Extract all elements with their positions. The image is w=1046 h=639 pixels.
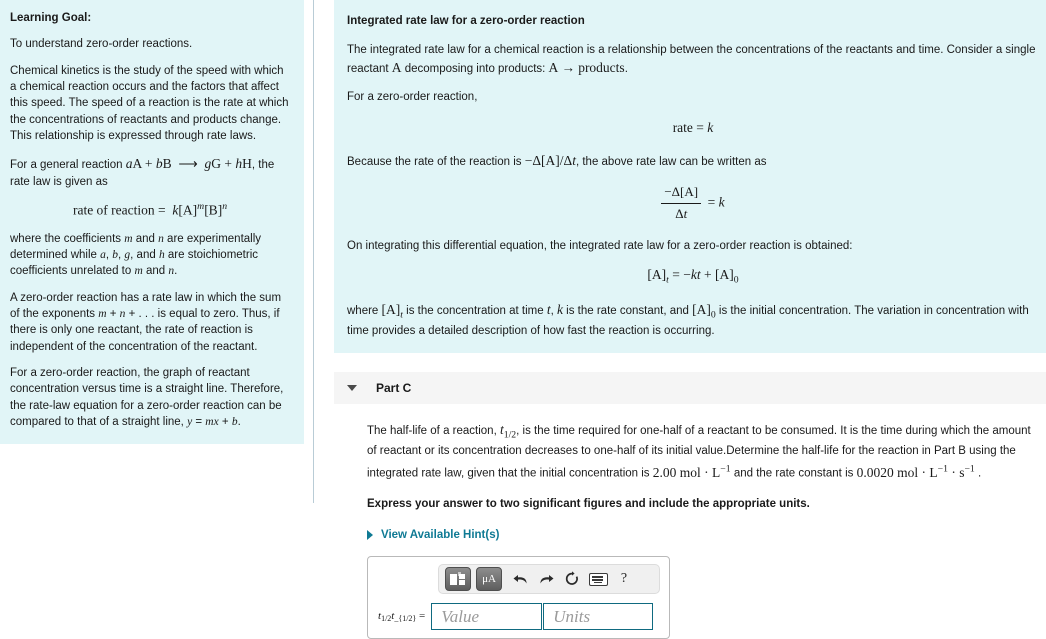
chevron-down-icon[interactable] [347, 385, 357, 392]
value-input[interactable] [431, 603, 543, 631]
because-paragraph: Because the rate of the reaction is −Δ[A… [347, 153, 767, 169]
redo-icon[interactable] [533, 568, 559, 590]
learning-goal-text: To understand zero-order reactions. [10, 38, 193, 51]
integrated-equation: [A]t = −kt + [A]0 [647, 267, 739, 286]
general-reaction-formula: aA + bB ⟶ gG + hH [125, 156, 252, 172]
learning-goal-panel: Learning Goal: To understand zero-order … [0, 0, 304, 445]
part-c-header[interactable]: Part C [334, 372, 1046, 405]
coefficients-paragraph: where the coefficients m and n are exper… [10, 232, 262, 278]
units-input[interactable] [543, 603, 654, 631]
integrated-rate-law-panel: Integrated rate law for a zero-order rea… [334, 0, 1046, 354]
reset-icon[interactable] [559, 568, 585, 590]
for-zero-order-paragraph: For a zero-order reaction, [347, 91, 478, 104]
part-c-label: Part C [376, 381, 412, 396]
info-panel-title: Integrated rate law for a zero-order rea… [347, 15, 585, 27]
right-column: Integrated rate law for a zero-order rea… [334, 0, 1046, 639]
rate-equals-k-equation: rate = k [672, 119, 714, 135]
keyboard-icon[interactable] [585, 568, 611, 590]
where-paragraph: where [A]t is the concentration at time … [347, 302, 1029, 337]
general-reaction-pre: For a general reaction [10, 159, 123, 172]
integrating-paragraph: On integrating this differential equatio… [347, 239, 853, 252]
answer-variable-label: t1/2t_{1/2} = [378, 610, 426, 624]
view-hints-label: View Available Hint(s) [381, 529, 500, 542]
zero-order-paragraph: A zero-order reaction has a rate law in … [10, 291, 282, 353]
part-c-question: The half-life of a reaction, t1/2, is th… [367, 422, 1031, 480]
graph-paragraph: For a zero-order reaction, the graph of … [10, 366, 284, 428]
equation-toolbar: μA ? [438, 564, 660, 595]
view-hints-link[interactable]: View Available Hint(s) [367, 529, 1036, 541]
answer-entry-box: μA ? t1/2t_{1/2} = Value Units [367, 556, 670, 639]
differential-equation: −Δ[A] Δt = k [347, 183, 1039, 224]
part-c-body: The half-life of a reaction, t1/2, is th… [334, 404, 1046, 639]
template-icon[interactable] [445, 567, 471, 592]
intro-paragraph: The integrated rate law for a chemical r… [347, 43, 1036, 76]
greek-symbols-icon[interactable]: μA [476, 567, 502, 592]
general-reaction-paragraph: For a general reaction aA + bB ⟶ gG + hH… [10, 154, 290, 190]
left-column: Learning Goal: To understand zero-order … [0, 0, 314, 503]
problem-page: Review Constants | Periodic Table Learni… [0, 0, 1046, 639]
rate-law-equation: rate of reaction = k[A]m[B]n [72, 200, 228, 218]
part-c-instruction: Express your answer to two significant f… [367, 498, 810, 511]
learning-goal-title: Learning Goal: [10, 12, 92, 24]
kinetics-paragraph: Chemical kinetics is the study of the sp… [10, 64, 289, 142]
answer-input-row: t1/2t_{1/2} = [376, 603, 661, 631]
chevron-right-icon [367, 530, 373, 541]
help-icon[interactable]: ? [611, 568, 637, 590]
undo-icon[interactable] [507, 568, 533, 590]
